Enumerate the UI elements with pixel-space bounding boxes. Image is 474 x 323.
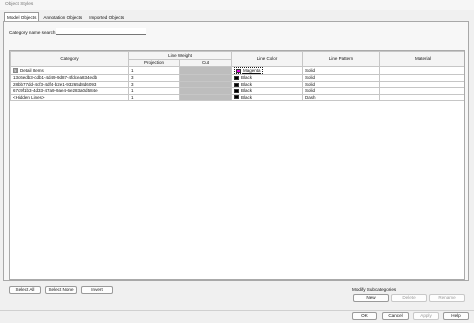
window-title: Object Styles (5, 2, 34, 7)
line-pattern-cell[interactable]: Dash (302, 93, 380, 102)
header-cut[interactable]: Cut (179, 59, 232, 67)
ok-button[interactable]: OK (352, 312, 377, 320)
tab-annotation-objects[interactable]: Annotation Objects (40, 12, 85, 21)
modify-subcategories-group: Modify Subcategories New Delete Rename (351, 287, 469, 305)
color-swatch (234, 95, 239, 100)
projection-cell[interactable]: 1 (128, 93, 180, 102)
category-label: Detail Items (20, 68, 44, 73)
line-pattern-cell[interactable]: Solid (302, 65, 380, 76)
title-bar: Object Styles (0, 0, 474, 10)
tab-strip: Model Objects Annotation Objects Importe… (4, 12, 128, 21)
header-projection[interactable]: Projection (128, 59, 180, 67)
color-picker[interactable]: Magenta (234, 67, 263, 74)
delete-subcategory-button[interactable]: Delete (391, 294, 427, 302)
category-search-input[interactable] (56, 28, 146, 35)
header-line-pattern[interactable]: Line Pattern (302, 51, 380, 67)
cancel-button[interactable]: Cancel (382, 312, 409, 320)
color-swatch (234, 89, 239, 94)
object-styles-grid: Category Line Weight Line Color Line Pat… (9, 50, 465, 280)
rename-subcategory-button[interactable]: Rename (429, 294, 465, 302)
line-color-cell[interactable]: Magenta (231, 65, 303, 76)
header-line-weight: Line Weight (128, 51, 232, 60)
tab-model-objects[interactable]: Model Objects (4, 12, 40, 21)
material-cell[interactable] (379, 65, 464, 76)
category-cell[interactable]: ⊟ Detail Items (10, 65, 129, 76)
color-label: Black (241, 88, 253, 94)
table-row[interactable]: ⊟ Detail Items 1 Magenta Solid (10, 65, 464, 76)
color-swatch (236, 68, 241, 73)
color-swatch (234, 82, 239, 87)
new-subcategory-button[interactable]: New (353, 294, 389, 302)
material-cell[interactable] (379, 93, 464, 102)
table-row[interactable]: <Hidden Lines> 1 Black Dash (10, 93, 464, 102)
model-objects-panel: Category name search: Category Line Weig… (3, 21, 469, 281)
cut-cell (179, 93, 232, 102)
apply-button[interactable]: Apply (413, 312, 439, 320)
header-material[interactable]: Material (379, 51, 464, 67)
color-label: Black (241, 81, 253, 87)
category-label[interactable]: <Hidden Lines> (10, 93, 129, 102)
line-color-cell[interactable]: Black (231, 93, 303, 102)
select-none-button[interactable]: Select None (45, 286, 77, 294)
invert-button[interactable]: Invert (81, 286, 113, 294)
color-label: Black (241, 75, 253, 81)
header-line-color[interactable]: Line Color (231, 51, 303, 67)
collapse-icon[interactable]: ⊟ (13, 68, 18, 74)
cut-cell (179, 65, 232, 76)
header-category[interactable]: Category (10, 51, 129, 67)
color-swatch (234, 76, 239, 81)
footer-divider (0, 310, 474, 311)
category-search-label: Category name search: (9, 30, 57, 35)
color-label: Magenta (243, 68, 261, 73)
help-button[interactable]: Help (443, 312, 469, 320)
modify-subcategories-label: Modify Subcategories (352, 287, 397, 292)
color-label: Black (241, 94, 253, 100)
select-all-button[interactable]: Select All (9, 286, 41, 294)
tab-imported-objects[interactable]: Imported Objects (86, 12, 127, 21)
projection-cell[interactable]: 1 (128, 65, 180, 76)
